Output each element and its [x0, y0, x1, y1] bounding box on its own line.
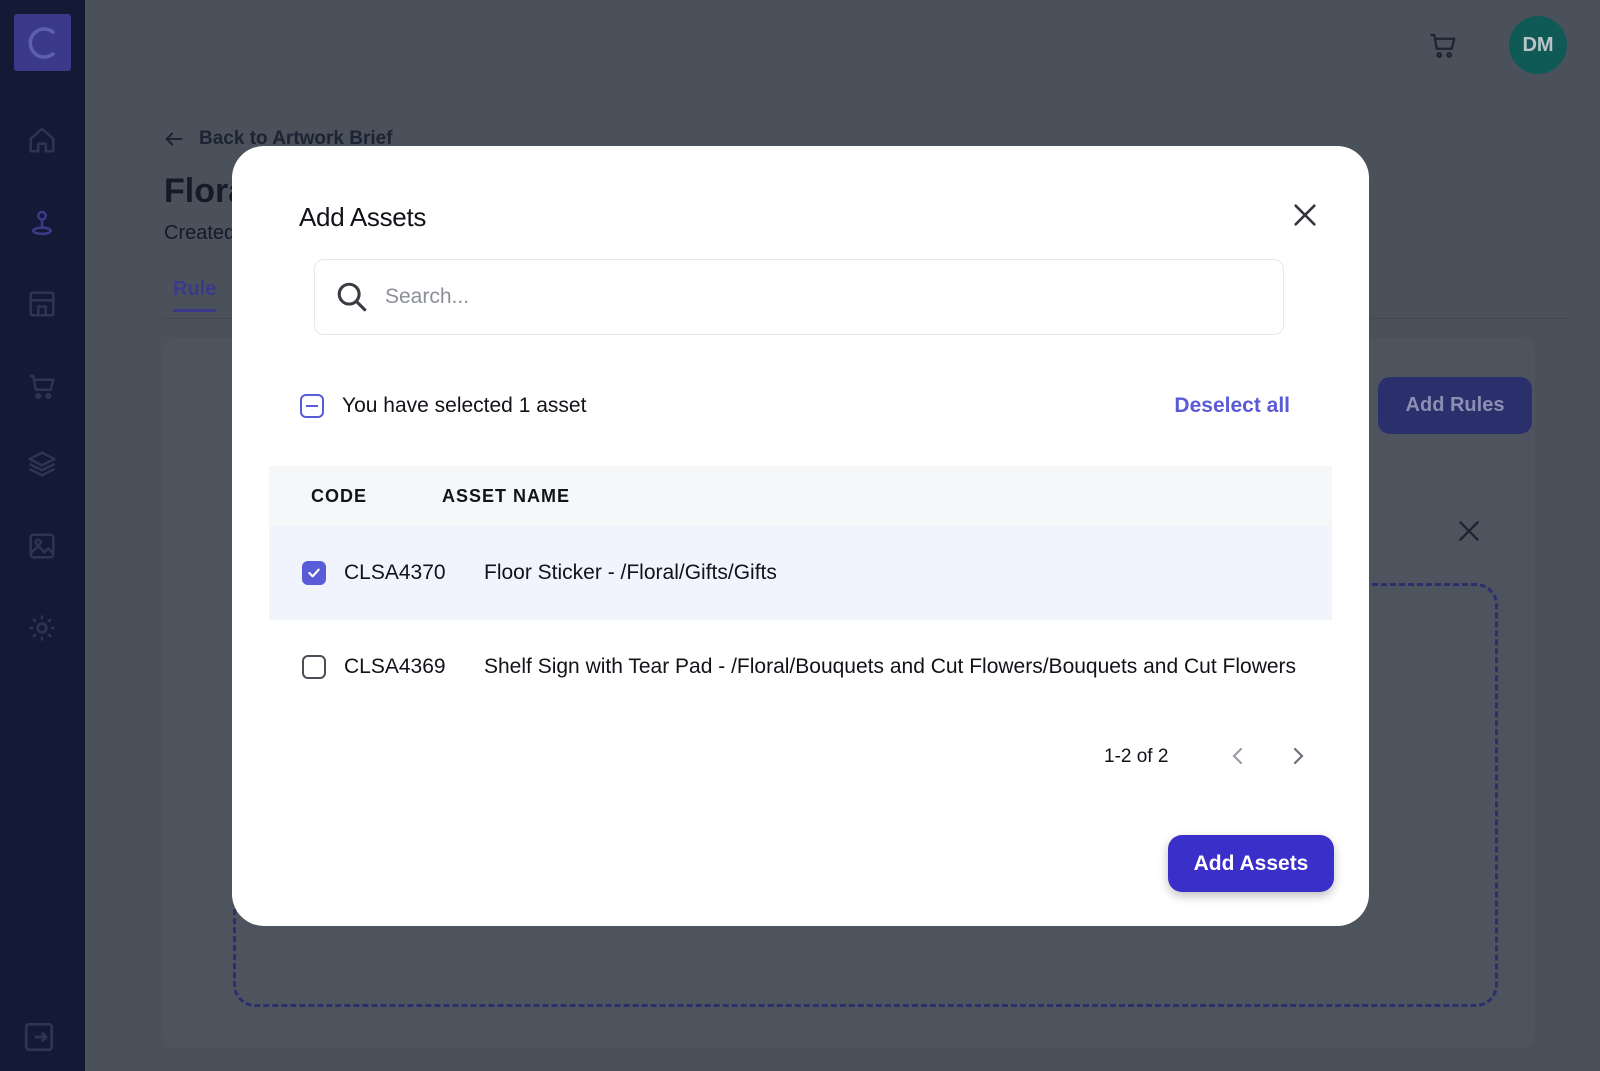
tab-rule[interactable]: Rule [173, 278, 217, 312]
row-code: CLSA4370 [344, 561, 446, 584]
close-icon [1459, 521, 1479, 541]
minus-icon [306, 404, 318, 408]
nav-logout[interactable] [22, 1020, 58, 1056]
search-box [314, 259, 1284, 335]
row-checkbox[interactable] [302, 561, 326, 585]
user-avatar[interactable]: DM [1509, 16, 1567, 74]
row-code: CLSA4369 [344, 655, 446, 678]
row-asset-name: Shelf Sign with Tear Pad - /Floral/Bouqu… [484, 655, 1297, 678]
layers-icon [28, 451, 56, 477]
sidebar [0, 0, 85, 1071]
row-checkbox[interactable] [302, 655, 326, 679]
chevron-left-icon [1232, 747, 1243, 765]
search-input[interactable] [383, 284, 1247, 310]
table-header: CODE ASSET NAME [269, 466, 1332, 526]
pagination: 1-2 of 2 [232, 738, 1369, 778]
nav-assets[interactable] [24, 528, 60, 564]
nav-stores[interactable] [24, 286, 60, 322]
gear-icon [29, 615, 55, 641]
nav-home[interactable] [24, 122, 60, 158]
nav-layers[interactable] [24, 446, 60, 482]
previous-page-button[interactable] [1226, 744, 1252, 770]
nav-briefs[interactable] [24, 204, 60, 240]
chevron-right-icon [1293, 747, 1304, 765]
deselect-all-link[interactable]: Deselect all [1174, 394, 1290, 418]
next-page-button[interactable] [1286, 744, 1312, 770]
column-code: CODE [311, 485, 368, 506]
table-row[interactable]: CLSA4369 Shelf Sign with Tear Pad - /Flo… [269, 620, 1332, 714]
checkmark-icon [308, 568, 320, 578]
store-icon [29, 291, 55, 317]
selection-summary: You have selected 1 asset Deselect all [300, 386, 1290, 426]
page-subtitle: Created [164, 222, 236, 244]
modal-close-button[interactable] [1291, 201, 1321, 231]
home-icon [29, 127, 55, 153]
logout-icon [24, 1022, 54, 1052]
nav-settings[interactable] [24, 610, 60, 646]
selection-count-text: You have selected 1 asset [342, 394, 587, 417]
pin-icon [32, 210, 52, 236]
cart-icon [29, 374, 55, 400]
modal-title: Add Assets [299, 202, 427, 232]
pagination-range: 1-2 of 2 [1104, 746, 1169, 767]
row-asset-name: Floor Sticker - /Floral/Gifts/Gifts [484, 561, 777, 584]
cart-icon [1430, 33, 1456, 58]
image-icon [29, 533, 55, 559]
header-cart-button[interactable] [1428, 30, 1460, 62]
arrow-left-icon [165, 132, 183, 146]
search-icon [337, 282, 367, 312]
nav-orders[interactable] [24, 368, 60, 404]
rule-close-button[interactable] [1456, 518, 1486, 548]
logo-c-icon [28, 26, 55, 59]
select-all-checkbox[interactable] [300, 394, 324, 418]
assets-table: CODE ASSET NAME CLSA4370 Floor Sticker -… [269, 466, 1332, 714]
app-logo[interactable] [14, 14, 71, 71]
table-row[interactable]: CLSA4370 Floor Sticker - /Floral/Gifts/G… [269, 526, 1332, 620]
add-assets-button[interactable]: Add Assets [1168, 835, 1334, 892]
add-assets-modal: Add Assets You have selected 1 asset Des… [232, 146, 1369, 926]
add-rules-button[interactable]: Add Rules [1378, 377, 1532, 434]
column-asset-name: ASSET NAME [442, 485, 571, 506]
close-icon [1294, 204, 1316, 226]
